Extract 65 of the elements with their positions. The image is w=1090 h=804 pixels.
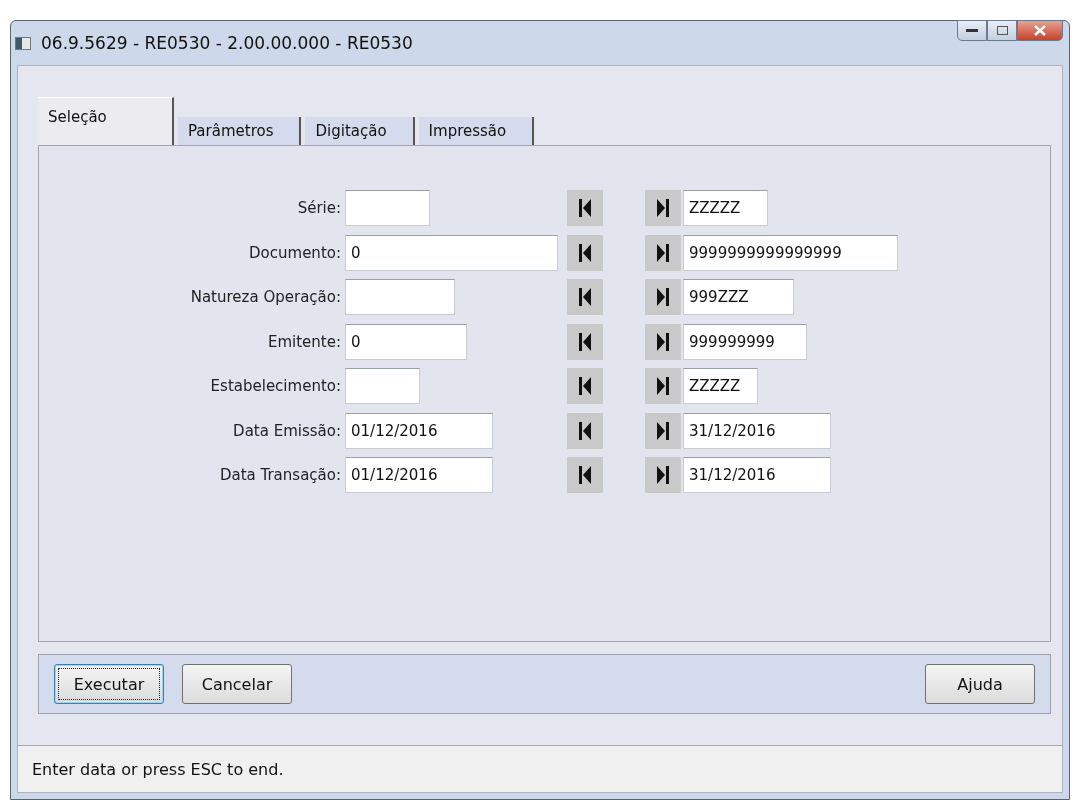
- range-end-button[interactable]: [645, 279, 681, 315]
- skip-to-start-icon: [578, 420, 592, 441]
- range-start-button[interactable]: [567, 412, 603, 449]
- skip-to-end-icon: [656, 376, 670, 396]
- app-icon: [15, 36, 31, 50]
- dialog-button[interactable]: Executar: [54, 664, 164, 704]
- range-start-button[interactable]: [567, 190, 603, 226]
- range-start-button[interactable]: [567, 279, 603, 315]
- range-start-button[interactable]: [567, 234, 603, 271]
- range-end-button[interactable]: [645, 234, 681, 271]
- to-input-field[interactable]: 9999999999999999: [683, 234, 898, 271]
- range-end-button[interactable]: [645, 190, 681, 226]
- from-input-field[interactable]: [345, 190, 430, 226]
- field-label: Data Transação:: [219, 466, 342, 484]
- tab[interactable]: Seleção: [38, 97, 174, 145]
- from-input-field[interactable]: 0: [345, 323, 467, 360]
- skip-to-start-icon: [578, 465, 592, 485]
- skip-to-end-icon: [656, 198, 670, 218]
- to-input-field[interactable]: ZZZZZ: [683, 190, 768, 226]
- range-end-button[interactable]: [645, 412, 681, 449]
- range-start-button[interactable]: [567, 457, 603, 493]
- window-title: 06.9.5629 - RE0530 - 2.00.00.000 - RE0530: [41, 33, 414, 53]
- range-end-button[interactable]: [645, 457, 681, 493]
- close-icon: [1034, 25, 1046, 36]
- range-end-button[interactable]: [645, 368, 681, 404]
- skip-to-end-icon: [656, 287, 670, 307]
- close-button[interactable]: [1017, 20, 1063, 41]
- field-label: Série:: [297, 199, 342, 217]
- from-input-field[interactable]: [345, 279, 455, 315]
- tab[interactable]: Impressão: [418, 117, 535, 145]
- field-label: Estabelecimento:: [210, 377, 342, 395]
- skip-to-end-icon: [656, 465, 670, 485]
- skip-to-start-icon: [578, 242, 592, 263]
- skip-to-end-icon: [656, 242, 670, 263]
- maximize-button[interactable]: [987, 20, 1017, 41]
- field-label: Emitente:: [267, 332, 342, 351]
- skip-to-start-icon: [578, 331, 592, 352]
- tab[interactable]: Parâmetros: [178, 117, 302, 145]
- dialog-button[interactable]: Ajuda: [925, 664, 1035, 704]
- range-start-button[interactable]: [567, 323, 603, 360]
- to-input-field[interactable]: 999999999: [683, 323, 807, 360]
- from-input-field[interactable]: 0: [345, 234, 558, 271]
- to-input-field[interactable]: 31/12/2016: [683, 457, 831, 493]
- to-input-field[interactable]: ZZZZZ: [683, 368, 758, 404]
- tab[interactable]: Digitação: [305, 117, 415, 145]
- range-end-button[interactable]: [645, 323, 681, 360]
- skip-to-start-icon: [578, 287, 592, 307]
- field-label: Natureza Operação:: [190, 288, 342, 306]
- field-label: Data Emissão:: [233, 421, 342, 440]
- maximize-icon: [996, 26, 1008, 35]
- range-start-button[interactable]: [567, 368, 603, 404]
- skip-to-start-icon: [578, 198, 592, 218]
- from-input-field[interactable]: 01/12/2016: [345, 412, 493, 449]
- dialog-button[interactable]: Cancelar: [182, 664, 292, 704]
- from-input-field[interactable]: [345, 368, 420, 404]
- field-label: Documento:: [249, 243, 342, 262]
- to-input-field[interactable]: 31/12/2016: [683, 412, 831, 449]
- skip-to-end-icon: [656, 331, 670, 352]
- skip-to-start-icon: [578, 376, 592, 396]
- skip-to-end-icon: [656, 420, 670, 441]
- from-input-field[interactable]: 01/12/2016: [345, 457, 493, 493]
- to-input-field[interactable]: 999ZZZ: [683, 279, 794, 315]
- minimize-button[interactable]: [957, 20, 987, 41]
- minimize-icon: [966, 28, 978, 33]
- status-bar: Enter data or press ESC to end.: [18, 745, 1062, 792]
